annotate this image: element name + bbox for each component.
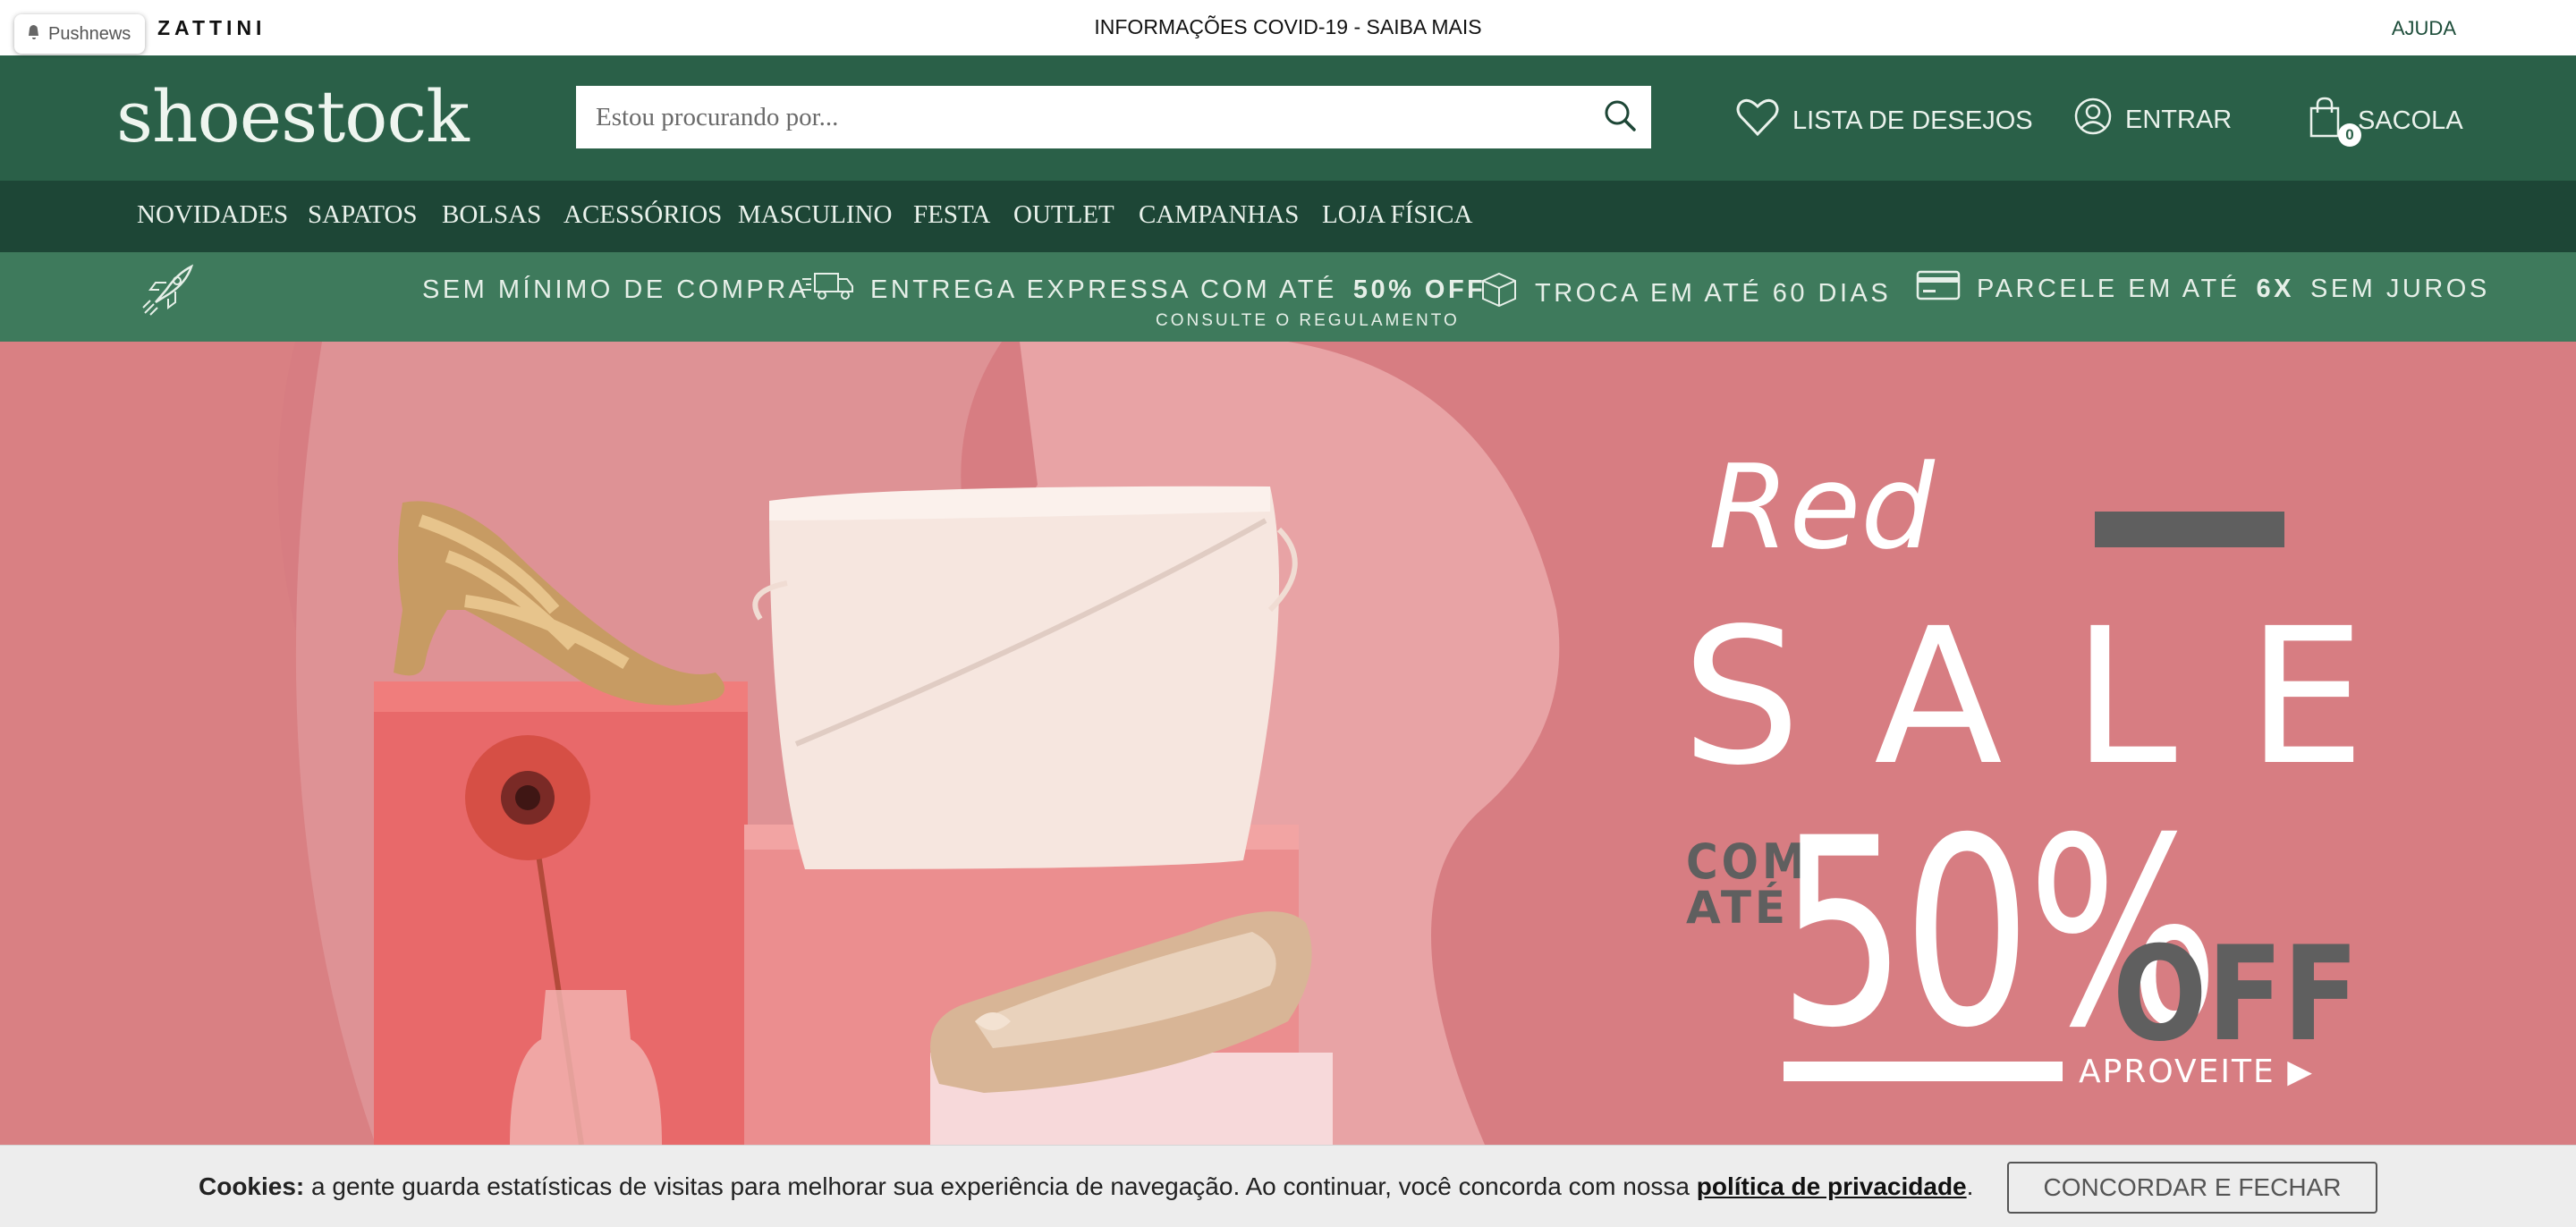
consulte-regulamento-link[interactable]: CONSULTE O REGULAMENTO xyxy=(1156,311,1460,331)
banner-ate-text: ATÉ xyxy=(1686,881,1789,934)
help-link[interactable]: AJUDA xyxy=(2392,17,2456,40)
nav-item-bolsas[interactable]: BOLSAS xyxy=(442,200,541,230)
cookie-message: Cookies: a gente guarda estatísticas de … xyxy=(199,1172,1973,1201)
shoestock-logo[interactable]: shoestock xyxy=(116,75,470,158)
banner-script-text: Red xyxy=(1708,439,1936,575)
search-bar xyxy=(576,86,1651,148)
main-header: shoestock LISTA DE DESEJOS ENTRAR 0 SACO… xyxy=(0,55,2576,181)
hero-banner[interactable]: Red SALE COM ATÉ 50% OFF APROVEITE ▶ xyxy=(0,342,2576,1145)
banner-sale-text: SALE xyxy=(1682,588,2436,807)
handbag-image xyxy=(752,486,1298,869)
nav-item-loja-fisica[interactable]: LOJA FÍSICA xyxy=(1322,200,1472,230)
bell-icon xyxy=(25,23,41,45)
nav-item-campanhas[interactable]: CAMPANHAS xyxy=(1139,200,1299,230)
benefits-strip: SEM MÍNIMO DE COMPRA ENTREGA EXPRESSA CO… xyxy=(0,252,2576,342)
wishlist-label: LISTA DE DESEJOS xyxy=(1792,106,2033,135)
banner-cta-text[interactable]: APROVEITE ▶ xyxy=(2079,1054,2314,1090)
benefit-exchange-label: TROCA EM ATÉ 60 DIAS xyxy=(1535,278,1892,308)
cookie-banner: Cookies: a gente guarda estatísticas de … xyxy=(0,1145,2576,1227)
benefit-installments: PARCELE EM ATÉ 6X SEM JUROS xyxy=(1916,268,2490,309)
cookie-text: a gente guarda estatísticas de visitas p… xyxy=(311,1172,1690,1200)
nav-item-festa[interactable]: FESTA xyxy=(913,200,990,230)
privacy-policy-link[interactable]: política de privacidade xyxy=(1697,1172,1967,1200)
rocket-icon xyxy=(140,263,195,323)
bag-count-badge: 0 xyxy=(2338,123,2361,147)
cookie-period: . xyxy=(1966,1172,1974,1200)
bag-link[interactable]: 0 SACOLA xyxy=(2308,97,2463,147)
benefit-installments-suffix: SEM JUROS xyxy=(2309,274,2490,303)
heart-icon xyxy=(1735,97,1780,145)
cookie-label: Cookies: xyxy=(199,1172,305,1200)
benefit-exchange: TROCA EM ATÉ 60 DIAS xyxy=(1479,270,1891,317)
main-nav: NOVIDADES SAPATOS BOLSAS ACESSÓRIOS MASC… xyxy=(0,181,2576,252)
login-label: ENTRAR xyxy=(2125,105,2233,134)
nav-item-sapatos[interactable]: SAPATOS xyxy=(308,200,418,230)
accept-cookies-button[interactable]: CONCORDAR E FECHAR xyxy=(2007,1162,2377,1214)
nav-item-masculino[interactable]: MASCULINO xyxy=(738,200,892,230)
nav-item-acessorios[interactable]: ACESSÓRIOS xyxy=(564,200,722,230)
wishlist-link[interactable]: LISTA DE DESEJOS xyxy=(1735,97,2033,145)
box-icon xyxy=(1479,270,1519,317)
benefit-express: ENTREGA EXPRESSA COM ATÉ 50% OFF xyxy=(801,270,1486,309)
top-bar: Pushnews ZATTINI INFORMAÇÕES COVID-19 - … xyxy=(0,0,2576,55)
banner-artwork: Red SALE COM ATÉ 50% OFF APROVEITE ▶ xyxy=(0,342,2436,1145)
benefit-installments-bold: 6X xyxy=(2256,274,2294,303)
nav-item-outlet[interactable]: OUTLET xyxy=(1013,200,1114,230)
shopping-bag-icon: 0 xyxy=(2308,97,2361,147)
benefit-installments-prefix: PARCELE EM ATÉ xyxy=(1977,274,2241,303)
bag-label: SACOLA xyxy=(2358,106,2463,135)
banner-off-text: OFF xyxy=(2113,918,2359,1070)
login-link[interactable]: ENTRAR xyxy=(2073,97,2232,143)
credit-card-icon xyxy=(1916,268,1961,309)
search-button[interactable] xyxy=(1589,86,1651,148)
covid-info-link[interactable]: INFORMAÇÕES COVID-19 - SAIBA MAIS xyxy=(0,15,2576,39)
benefit-express-bold: 50% OFF xyxy=(1352,275,1487,304)
nav-item-novidades[interactable]: NOVIDADES xyxy=(137,200,288,230)
benefit-express-label: ENTREGA EXPRESSA COM ATÉ xyxy=(870,275,1337,304)
benefit-no-minimum-label: SEM MÍNIMO DE COMPRA xyxy=(422,275,809,304)
pushnews-label: Pushnews xyxy=(48,23,131,44)
benefit-no-minimum: SEM MÍNIMO DE COMPRA xyxy=(422,275,809,305)
search-icon xyxy=(1602,97,1638,138)
pushnews-badge[interactable]: Pushnews xyxy=(14,14,146,54)
search-input[interactable] xyxy=(576,86,1589,148)
user-icon xyxy=(2073,97,2113,143)
truck-icon xyxy=(801,270,854,309)
